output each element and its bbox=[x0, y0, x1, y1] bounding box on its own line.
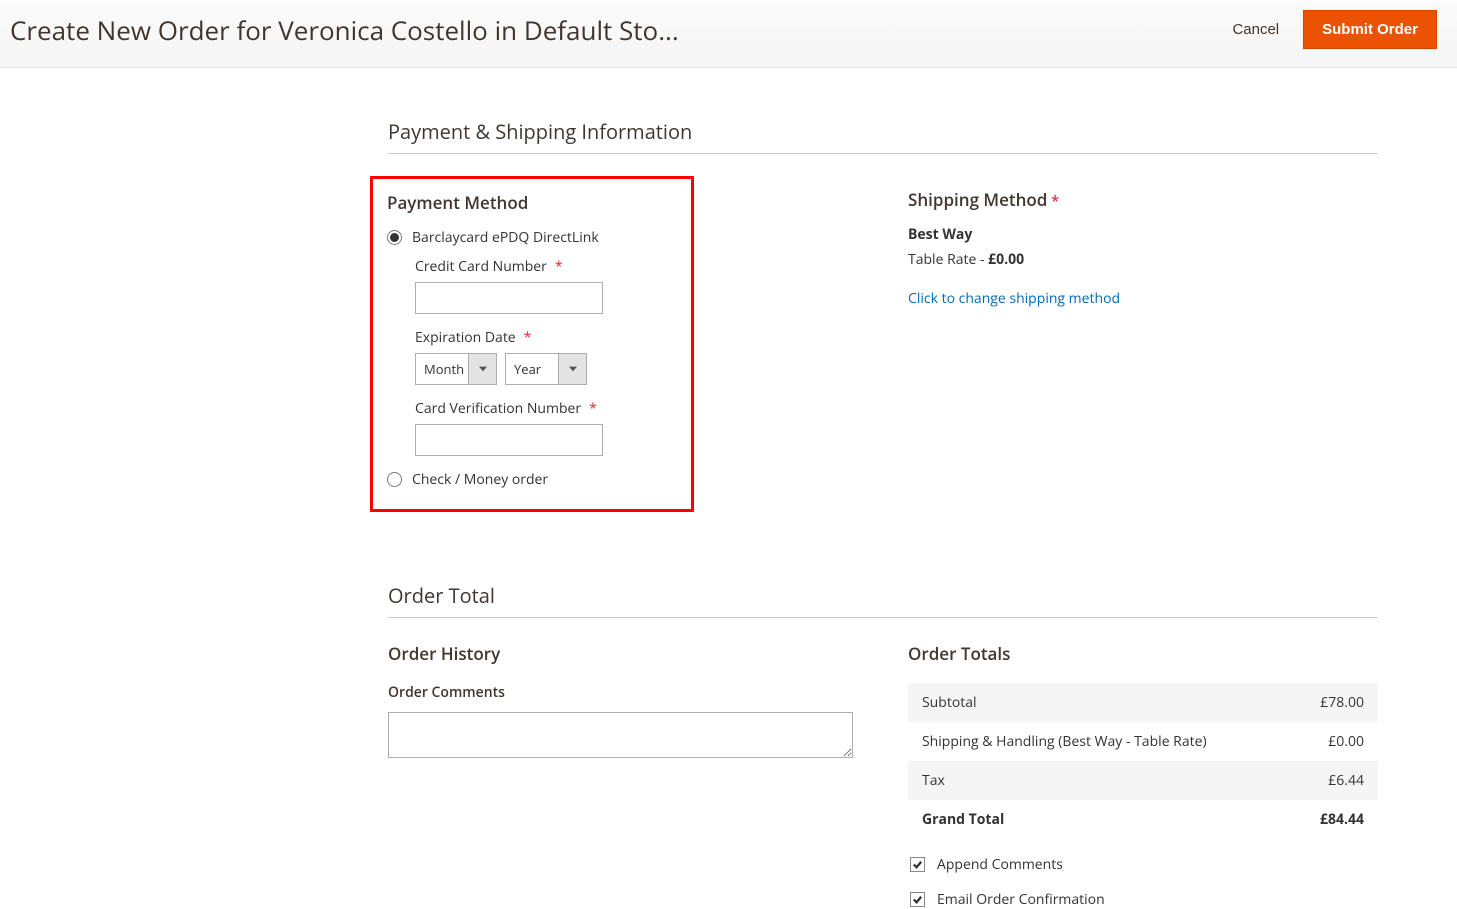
page-header: Create New Order for Veronica Costello i… bbox=[0, 0, 1457, 68]
expiration-year-select[interactable]: Year bbox=[505, 353, 587, 385]
change-shipping-link[interactable]: Click to change shipping method bbox=[908, 289, 1120, 308]
page-title: Create New Order for Veronica Costello i… bbox=[10, 12, 679, 48]
cvv-label: Card Verification Number* bbox=[415, 399, 677, 418]
totals-row-grand: Grand Total £84.44 bbox=[908, 800, 1378, 839]
cc-number-input[interactable] bbox=[415, 282, 603, 314]
order-totals-title: Order Totals bbox=[908, 642, 1378, 665]
order-comments-textarea[interactable] bbox=[388, 712, 853, 758]
payment-option-label: Barclaycard ePDQ DirectLink bbox=[412, 228, 599, 247]
totals-row-subtotal: Subtotal £78.00 bbox=[908, 683, 1378, 722]
expiration-label: Expiration Date* bbox=[415, 328, 677, 347]
email-confirmation-checkbox-row[interactable]: Email Order Confirmation bbox=[908, 890, 1378, 909]
totals-row-tax: Tax £6.44 bbox=[908, 761, 1378, 800]
order-history-title: Order History bbox=[388, 642, 908, 665]
payment-method-highlight: Payment Method Barclaycard ePDQ DirectLi… bbox=[370, 176, 694, 512]
payment-shipping-heading: Payment & Shipping Information bbox=[388, 118, 1378, 154]
order-comments-label: Order Comments bbox=[388, 683, 908, 702]
shipping-rate: Table Rate - £0.00 bbox=[908, 250, 1378, 269]
cvv-input[interactable] bbox=[415, 424, 603, 456]
shipping-method-title: Shipping Method* bbox=[908, 188, 1378, 211]
header-actions: Cancel Submit Order bbox=[1232, 10, 1437, 49]
append-comments-checkbox-row[interactable]: Append Comments bbox=[908, 855, 1378, 874]
payment-option-label: Check / Money order bbox=[412, 470, 548, 489]
checkbox-checked-icon bbox=[910, 892, 925, 907]
radio-selected-icon bbox=[387, 230, 402, 245]
cc-number-label: Credit Card Number* bbox=[415, 257, 677, 276]
order-totals-table: Subtotal £78.00 Shipping & Handling (Bes… bbox=[908, 683, 1378, 839]
chevron-down-icon bbox=[468, 354, 496, 384]
cancel-button[interactable]: Cancel bbox=[1232, 21, 1279, 38]
email-confirmation-label: Email Order Confirmation bbox=[937, 890, 1105, 909]
payment-option-barclaycard[interactable]: Barclaycard ePDQ DirectLink bbox=[387, 228, 677, 247]
checkbox-checked-icon bbox=[910, 857, 925, 872]
radio-unselected-icon bbox=[387, 472, 402, 487]
append-comments-label: Append Comments bbox=[937, 855, 1063, 874]
expiration-month-select[interactable]: Month bbox=[415, 353, 497, 385]
submit-order-button[interactable]: Submit Order bbox=[1303, 10, 1437, 49]
chevron-down-icon bbox=[558, 354, 586, 384]
payment-method-title: Payment Method bbox=[387, 191, 677, 214]
order-total-heading: Order Total bbox=[388, 582, 1378, 618]
shipping-method-name: Best Way bbox=[908, 225, 1378, 244]
totals-row-shipping: Shipping & Handling (Best Way - Table Ra… bbox=[908, 722, 1378, 761]
payment-option-check[interactable]: Check / Money order bbox=[387, 470, 677, 489]
